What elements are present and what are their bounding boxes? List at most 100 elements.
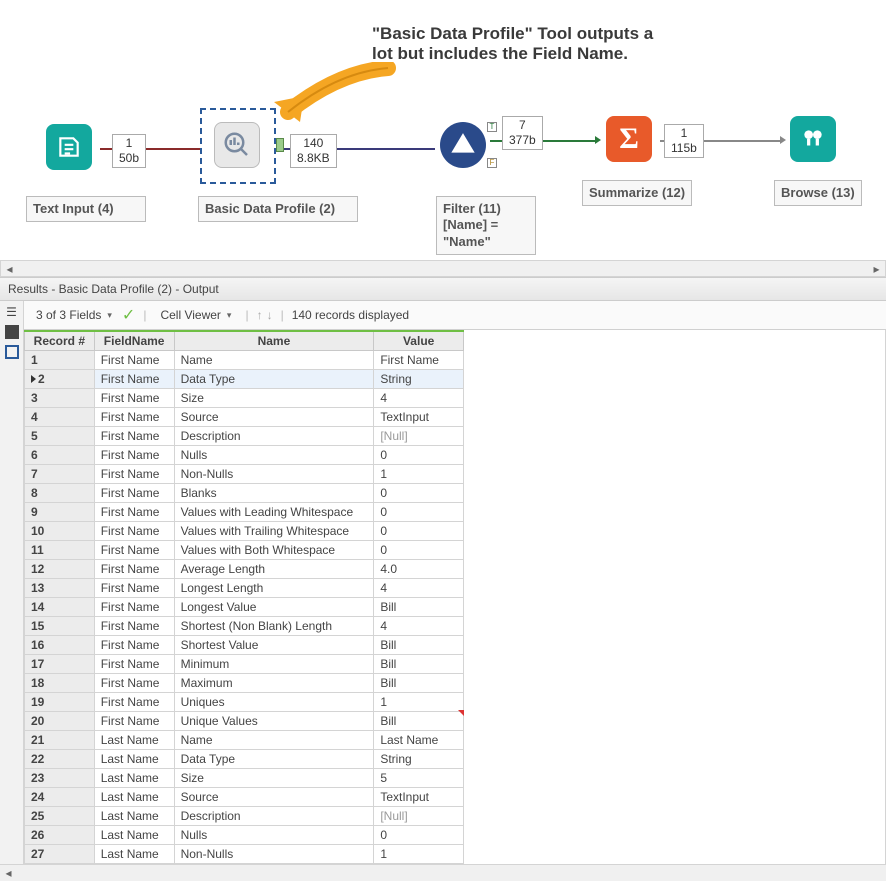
- tool-summarize[interactable]: Σ: [606, 116, 652, 162]
- cell[interactable]: Data Type: [174, 370, 374, 389]
- row-number-cell[interactable]: 12: [25, 560, 95, 579]
- cell[interactable]: Non-Nulls: [174, 845, 374, 864]
- cell[interactable]: Bill: [374, 712, 464, 731]
- cell[interactable]: Longest Length: [174, 579, 374, 598]
- cell[interactable]: 0: [374, 541, 464, 560]
- cell[interactable]: 0: [374, 503, 464, 522]
- cell[interactable]: TextInput: [374, 788, 464, 807]
- cell[interactable]: String: [374, 370, 464, 389]
- table-row[interactable]: 9First NameValues with Leading Whitespac…: [25, 503, 464, 522]
- cell[interactable]: Values with Both Whitespace: [174, 541, 374, 560]
- cell[interactable]: First Name: [94, 693, 174, 712]
- row-number-cell[interactable]: 22: [25, 750, 95, 769]
- cell[interactable]: Blanks: [174, 484, 374, 503]
- filter-false-anchor[interactable]: F: [487, 158, 497, 168]
- cell[interactable]: Nulls: [174, 826, 374, 845]
- cell[interactable]: Values with Trailing Whitespace: [174, 522, 374, 541]
- table-row[interactable]: 18First NameMaximumBill: [25, 674, 464, 693]
- row-number-cell[interactable]: 7: [25, 465, 95, 484]
- cell[interactable]: Last Name: [94, 826, 174, 845]
- cell[interactable]: 1: [374, 693, 464, 712]
- cell[interactable]: TextInput: [374, 408, 464, 427]
- cell[interactable]: Size: [174, 389, 374, 408]
- column-header[interactable]: Value: [374, 331, 464, 351]
- cell[interactable]: Shortest Value: [174, 636, 374, 655]
- cell[interactable]: First Name: [94, 712, 174, 731]
- table-row[interactable]: 3First NameSize4: [25, 389, 464, 408]
- table-row[interactable]: 14First NameLongest ValueBill: [25, 598, 464, 617]
- table-row[interactable]: 15First NameShortest (Non Blank) Length4: [25, 617, 464, 636]
- cell[interactable]: First Name: [94, 617, 174, 636]
- cell[interactable]: Shortest (Non Blank) Length: [174, 617, 374, 636]
- cell[interactable]: Source: [174, 788, 374, 807]
- cell[interactable]: First Name: [94, 408, 174, 427]
- table-row[interactable]: 8First NameBlanks0: [25, 484, 464, 503]
- row-number-cell[interactable]: 15: [25, 617, 95, 636]
- cell[interactable]: Name: [174, 351, 374, 370]
- cell[interactable]: [Null]: [374, 807, 464, 826]
- cell[interactable]: First Name: [94, 427, 174, 446]
- row-number-cell[interactable]: 20: [25, 712, 95, 731]
- cell[interactable]: Size: [174, 769, 374, 788]
- table-row[interactable]: 6First NameNulls0: [25, 446, 464, 465]
- cell[interactable]: Bill: [374, 636, 464, 655]
- cell[interactable]: 0: [374, 446, 464, 465]
- cell[interactable]: Bill: [374, 674, 464, 693]
- grid-icon[interactable]: [5, 325, 19, 339]
- row-number-cell[interactable]: 24: [25, 788, 95, 807]
- fields-dropdown[interactable]: 3 of 3 Fields: [30, 306, 118, 324]
- row-number-cell[interactable]: 23: [25, 769, 95, 788]
- row-number-cell[interactable]: 3: [25, 389, 95, 408]
- canvas-scrollbar[interactable]: ◂ ▸: [0, 260, 886, 277]
- cell[interactable]: Last Name: [94, 750, 174, 769]
- cell[interactable]: First Name: [94, 598, 174, 617]
- scroll-left-icon[interactable]: ◂: [1, 261, 18, 276]
- cell[interactable]: Description: [174, 427, 374, 446]
- cell[interactable]: String: [374, 750, 464, 769]
- table-row[interactable]: 21Last NameNameLast Name: [25, 731, 464, 750]
- cell[interactable]: First Name: [94, 484, 174, 503]
- cell[interactable]: 4.0: [374, 560, 464, 579]
- cell[interactable]: 0: [374, 484, 464, 503]
- cell[interactable]: Source: [174, 408, 374, 427]
- cell[interactable]: 4: [374, 617, 464, 636]
- table-row[interactable]: 17First NameMinimumBill: [25, 655, 464, 674]
- results-scrollbar[interactable]: ◂: [0, 864, 886, 881]
- cell[interactable]: 5: [374, 769, 464, 788]
- cell[interactable]: 1: [374, 465, 464, 484]
- cell[interactable]: First Name: [94, 465, 174, 484]
- cell[interactable]: Name: [174, 731, 374, 750]
- check-icon[interactable]: ✓: [122, 305, 135, 325]
- column-header[interactable]: Name: [174, 331, 374, 351]
- table-row[interactable]: 23Last NameSize5: [25, 769, 464, 788]
- cell-viewer-dropdown[interactable]: Cell Viewer: [154, 306, 237, 324]
- row-number-cell[interactable]: 2: [25, 370, 95, 389]
- row-number-cell[interactable]: 27: [25, 845, 95, 864]
- table-row[interactable]: 12First NameAverage Length4.0: [25, 560, 464, 579]
- row-number-cell[interactable]: 9: [25, 503, 95, 522]
- table-row[interactable]: 20First NameUnique ValuesBill: [25, 712, 464, 731]
- cell[interactable]: 4: [374, 579, 464, 598]
- cell[interactable]: Unique Values: [174, 712, 374, 731]
- cell[interactable]: Nulls: [174, 446, 374, 465]
- cell[interactable]: Last Name: [94, 731, 174, 750]
- table-row[interactable]: 26Last NameNulls0: [25, 826, 464, 845]
- sort-desc-icon[interactable]: ↓: [267, 308, 273, 322]
- detail-icon[interactable]: [5, 345, 19, 359]
- row-number-cell[interactable]: 11: [25, 541, 95, 560]
- table-row[interactable]: 1First NameNameFirst Name: [25, 351, 464, 370]
- cell[interactable]: First Name: [94, 579, 174, 598]
- cell[interactable]: Average Length: [174, 560, 374, 579]
- column-header[interactable]: FieldName: [94, 331, 174, 351]
- row-number-cell[interactable]: 17: [25, 655, 95, 674]
- row-number-cell[interactable]: 18: [25, 674, 95, 693]
- row-number-cell[interactable]: 14: [25, 598, 95, 617]
- row-number-cell[interactable]: 25: [25, 807, 95, 826]
- cell[interactable]: Uniques: [174, 693, 374, 712]
- table-row[interactable]: 4First NameSourceTextInput: [25, 408, 464, 427]
- cell[interactable]: Description: [174, 807, 374, 826]
- row-number-cell[interactable]: 4: [25, 408, 95, 427]
- cell[interactable]: Maximum: [174, 674, 374, 693]
- cell[interactable]: Last Name: [94, 845, 174, 864]
- scroll-right-icon[interactable]: ▸: [868, 261, 885, 276]
